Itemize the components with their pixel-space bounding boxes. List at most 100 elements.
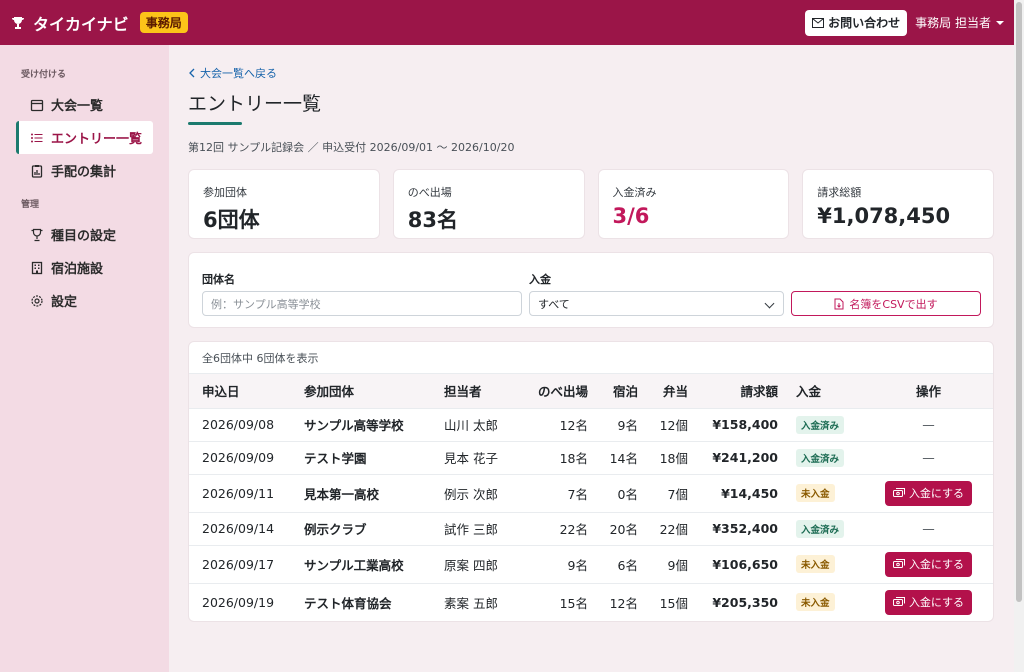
sidebar-item-label: 設定 [51,295,78,310]
user-label: 事務局 担当者 [915,16,991,30]
paid-badge: 入金済み [796,519,845,538]
sidebar-item-entries[interactable]: エントリー一覧 [16,121,153,154]
entries-table: 申込日 参加団体 担当者 のべ出場 宿泊 弁当 請求額 入金 操作 2026/0… [189,374,993,621]
main-content: 大会一覧へ戻る エントリー一覧 第12回 サンプル記録会 ／ 申込受付 2026… [188,45,994,622]
mark-paid-button[interactable]: 入金にする [884,589,973,615]
sidebar-item-label: 宿泊施設 [51,262,104,277]
cell-team[interactable]: テスト体育協会 [304,582,444,621]
export-csv-button[interactable]: 名簿をCSVで出す [791,291,981,316]
contact-label: お問い合わせ [828,16,901,30]
cell-action: 入金にする [864,582,993,621]
cell-entries: 9名 [524,544,594,583]
payment-icon [892,487,905,497]
team-filter-label: 団体名 [202,273,235,286]
column-header-person[interactable]: 担当者 [444,374,524,408]
column-header-team[interactable]: 参加団体 [304,374,444,408]
cell-lunch: 15個 [644,582,694,621]
stat-paid: 入金済み 3/6 [597,169,790,239]
cell-action: 入金にする [864,544,993,583]
cell-paid: 入金済み [784,440,864,474]
user-menu[interactable]: 事務局 担当者 [915,14,1004,31]
payment-filter-label: 入金 [529,273,551,286]
mark-paid-button[interactable]: 入金にする [884,551,973,577]
gear-icon [31,294,43,307]
cell-action: — [864,407,993,441]
cell-team[interactable]: 見本第一高校 [304,473,444,512]
cell-lunch: 9個 [644,544,694,583]
table-caption: 全6団体中 6団体を表示 [189,342,993,374]
sidebar-item-lodging[interactable]: 宿泊施設 [16,251,153,284]
contact-button[interactable]: お問い合わせ [805,9,908,36]
cell-team[interactable]: サンプル工業高校 [304,544,444,583]
page-scrollbar[interactable] [1014,0,1024,672]
cell-stay: 6名 [594,544,644,583]
top-bar: タイカイナビ 事務局 お問い合わせ 事務局 担当者 [0,0,1014,45]
building-icon [31,261,43,274]
sidebar-item-arrangements[interactable]: 手配の集計 [16,154,153,187]
table-row[interactable]: 2026/09/11 見本第一高校 例示 次郎 7名 0名 7個 ¥14,450… [189,473,993,512]
paid-badge: 入金済み [796,415,845,434]
stat-value: ¥1,078,450 [817,204,951,228]
stat-entries: のべ出場 83名 [392,169,585,239]
no-action-dash: — [922,521,935,536]
payment-icon [892,558,905,568]
calendar-icon [30,99,44,111]
title-underline [188,122,242,125]
cell-action: — [864,440,993,474]
sidebar-item-label: エントリー一覧 [51,132,143,147]
cell-person: 素案 五郎 [444,582,524,621]
unpaid-badge: 未入金 [796,593,835,612]
cell-person: 原案 四郎 [444,544,524,583]
back-link[interactable]: 大会一覧へ戻る [188,65,994,81]
mark-paid-label: 入金にする [908,596,965,610]
team-search-input[interactable]: 例：サンプル高等学校 [202,291,522,316]
column-header-entries[interactable]: のべ出場 [524,374,594,408]
paid-badge: 入金済み [796,448,845,467]
cell-team[interactable]: テスト学園 [304,440,444,474]
mark-paid-button[interactable]: 入金にする [884,480,973,506]
unpaid-badge: 未入金 [796,555,835,573]
page-title: エントリー一覧 [188,93,322,115]
column-header-paid[interactable]: 入金 [784,374,864,408]
table-row[interactable]: 2026/09/09 テスト学園 見本 花子 18名 14名 18個 ¥241,… [189,440,993,474]
cell-entries: 7名 [524,473,594,512]
column-header-lunch[interactable]: 弁当 [644,374,694,408]
stat-teams: 参加団体 6団体 [188,169,380,239]
file-download-icon [834,298,844,309]
cell-lunch: 7個 [644,473,694,512]
sidebar-item-events-settings[interactable]: 種目の設定 [16,218,153,251]
sidebar-item-settings[interactable]: 設定 [16,284,153,317]
cell-lunch: 12個 [644,407,694,441]
cell-person: 山川 太郎 [444,407,524,441]
table-header-row: 申込日 参加団体 担当者 のべ出場 宿泊 弁当 請求額 入金 操作 [189,374,993,408]
cell-date: 2026/09/17 [189,544,304,583]
table-row[interactable]: 2026/09/17 サンプル工業高校 原案 四郎 9名 6名 9個 ¥106,… [189,544,993,583]
table-row[interactable]: 2026/09/08 サンプル高等学校 山川 太郎 12名 9名 12個 ¥15… [189,407,993,441]
cell-paid: 入金済み [784,407,864,441]
role-badge: 事務局 [139,12,188,33]
cell-date: 2026/09/14 [189,511,304,545]
stat-total: 請求総額 ¥1,078,450 [802,169,994,239]
cell-action: — [864,511,993,545]
cell-team[interactable]: サンプル高等学校 [304,407,444,441]
back-link-label: 大会一覧へ戻る [200,67,277,80]
sidebar-item-label: 大会一覧 [51,99,104,114]
payment-icon [892,596,905,606]
column-header-amount[interactable]: 請求額 [694,374,784,408]
cell-team[interactable]: 例示クラブ [304,511,444,545]
column-header-date[interactable]: 申込日 [189,374,304,408]
sidebar-item-events[interactable]: 大会一覧 [16,88,153,121]
cell-stay: 0名 [594,473,644,512]
chevron-down-icon [764,298,775,309]
cell-amount: ¥14,450 [694,473,784,512]
column-header-stay[interactable]: 宿泊 [594,374,644,408]
sidebar-item-label: 手配の集計 [51,165,117,180]
payment-select[interactable]: すべて [529,291,784,316]
scrollbar-thumb[interactable] [1016,2,1022,602]
table-row[interactable]: 2026/09/14 例示クラブ 試作 三郎 22名 20名 22個 ¥352,… [189,511,993,545]
filter-panel: 団体名 例：サンプル高等学校 入金 すべて 名簿をCSVで出す [188,252,994,328]
brand[interactable]: タイカイナビ 事務局 [10,11,188,35]
cell-date: 2026/09/08 [189,407,304,441]
cell-stay: 9名 [594,407,644,441]
table-row[interactable]: 2026/09/19 テスト体育協会 素案 五郎 15名 12名 15個 ¥20… [189,582,993,621]
